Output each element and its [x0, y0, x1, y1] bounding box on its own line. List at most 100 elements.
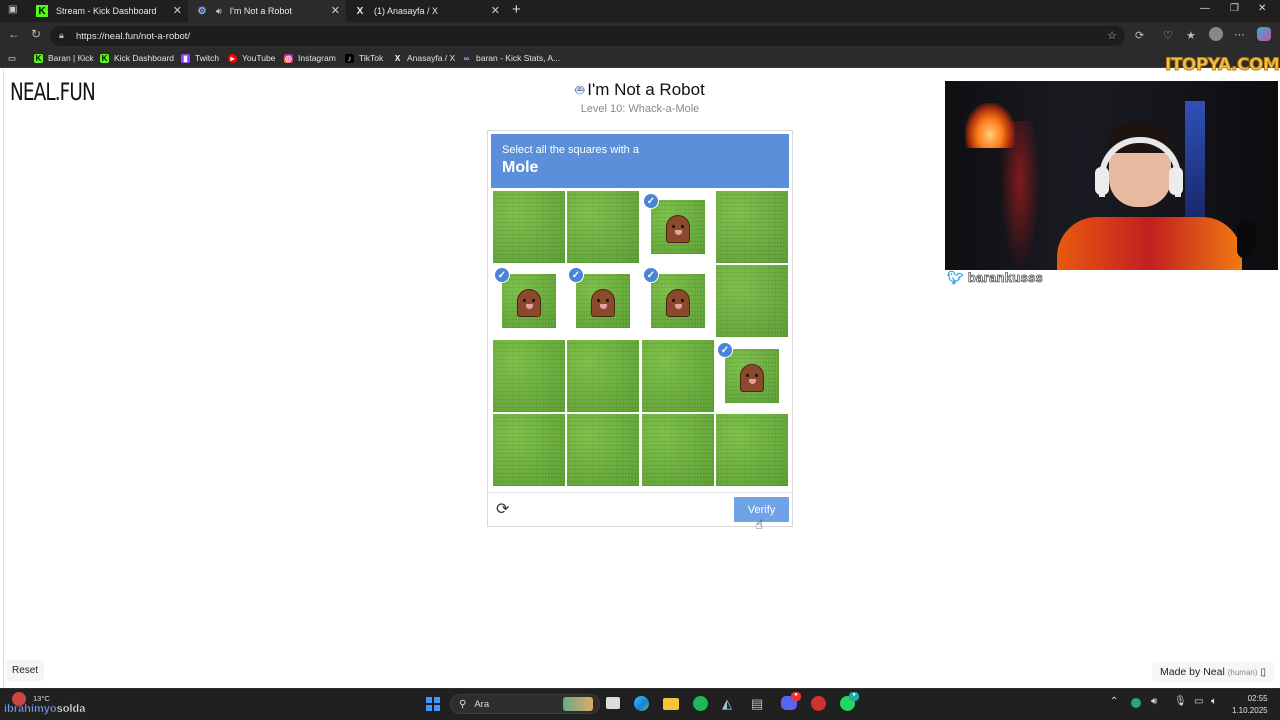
captcha-tile[interactable]: [493, 191, 565, 263]
taskbar-search[interactable]: ⚲ Ara: [450, 694, 600, 714]
captcha-tile[interactable]: [567, 414, 639, 486]
notification-badge: ●: [849, 692, 859, 701]
favorite-icon[interactable]: ☆: [1107, 29, 1117, 42]
profile-avatar[interactable]: [1209, 27, 1223, 41]
back-icon[interactable]: ←: [8, 27, 20, 41]
reset-button[interactable]: Reset: [6, 660, 45, 681]
bookmarks-menu-icon[interactable]: ▭: [8, 53, 16, 64]
streamer-name: ibrahimyo: [4, 703, 57, 716]
captcha-tile[interactable]: [642, 340, 714, 412]
app-icon[interactable]: ▤: [751, 696, 763, 712]
more-icon[interactable]: ⋯: [1234, 28, 1245, 41]
bookmark-instagram[interactable]: ◎ Instagram: [284, 53, 336, 63]
close-icon[interactable]: ✕: [491, 4, 500, 17]
app-icon[interactable]: [811, 696, 826, 711]
tab-not-a-robot[interactable]: ⚙ 🔊︎ I'm Not a Robot ✕: [188, 0, 346, 22]
handle-text: barankusss: [967, 270, 1044, 286]
microphone: [1237, 219, 1255, 259]
captcha-tile[interactable]: [493, 340, 565, 412]
instagram-icon: ◎: [284, 53, 293, 63]
grass-image: [651, 274, 705, 328]
edge-icon[interactable]: [634, 696, 649, 711]
grass-image: [651, 200, 705, 254]
volume-icon[interactable]: 🔊︎: [1151, 696, 1157, 707]
extensions-icon[interactable]: ⟳: [1135, 29, 1144, 42]
url-bar[interactable]: 🔒︎ https://neal.fun/not-a-robot/ ☆: [50, 26, 1125, 46]
bookmark-twitch[interactable]: ▮ Twitch: [181, 53, 219, 63]
tray-icon[interactable]: [1131, 698, 1141, 708]
grass-image: [567, 340, 639, 412]
browser-essentials-icon[interactable]: ♡: [1163, 29, 1173, 42]
bookmark-kick-stats[interactable]: ∞ baran - Kick Stats, A...: [462, 53, 560, 63]
mole-image: [517, 289, 541, 317]
headset-earcup: [1169, 167, 1183, 195]
mole-image: [666, 289, 690, 317]
captcha-tile[interactable]: [642, 414, 714, 486]
grass-image: [567, 191, 639, 263]
sponsor-logo: ITOPYA.COM: [1164, 55, 1280, 76]
task-view-icon[interactable]: [606, 697, 620, 709]
refresh-icon[interactable]: ↻: [31, 27, 41, 41]
weather-widget[interactable]: 13°C: [33, 694, 50, 703]
start-icon[interactable]: [426, 697, 440, 711]
bookmark-x[interactable]: X Anasayfa / X: [393, 53, 455, 63]
bookmark-youtube[interactable]: ▸ YouTube: [228, 53, 275, 63]
bookmark-label: Twitch: [195, 53, 220, 63]
site-logo[interactable]: NEAL.FUN: [10, 78, 96, 106]
bookmark-baran-kick[interactable]: K Baran | Kick: [34, 53, 94, 63]
microphone-icon[interactable]: 🎙︎: [1174, 696, 1187, 707]
new-tab-icon[interactable]: +: [512, 1, 521, 18]
captcha-tile[interactable]: [567, 191, 639, 263]
captcha-tile[interactable]: [567, 340, 639, 412]
spotify-icon[interactable]: [693, 696, 708, 711]
captcha-tile[interactable]: [716, 414, 788, 486]
url-text: https://neal.fun/not-a-robot/: [76, 30, 191, 42]
tiktok-icon: ♪: [345, 53, 354, 63]
close-icon[interactable]: ✕: [331, 4, 340, 17]
bookmark-tiktok[interactable]: ♪ TikTok: [345, 53, 383, 63]
window-close-icon[interactable]: ✕: [1258, 3, 1266, 14]
copilot-icon[interactable]: [1257, 27, 1271, 41]
system-clock[interactable]: 02:55 1.10.2025: [1232, 693, 1268, 717]
x-icon: X: [394, 53, 401, 63]
search-highlight-icon: [563, 697, 593, 711]
headset-earcup: [1095, 167, 1109, 195]
check-icon: ✓: [568, 267, 584, 283]
captcha-tile[interactable]: [716, 265, 788, 337]
made-by-text: Made by Neal: [1160, 666, 1225, 678]
mole-image: [591, 289, 615, 317]
grass-image: [716, 265, 788, 337]
network-icon[interactable]: ▭: [1194, 696, 1203, 707]
minimize-icon[interactable]: —: [1200, 3, 1210, 14]
refresh-icon[interactable]: ⟳: [496, 499, 509, 519]
bookmark-label: YouTube: [242, 53, 276, 63]
captcha-tile[interactable]: [716, 191, 788, 263]
hand-cursor-icon: ☝︎: [755, 517, 763, 532]
file-explorer-icon[interactable]: [663, 698, 679, 710]
app-icon[interactable]: ◭: [722, 696, 732, 712]
speaker-icon[interactable]: 🔊︎: [216, 6, 222, 17]
tab-x-home[interactable]: X (1) Anasayfa / X ✕: [346, 0, 506, 22]
show-hidden-icons[interactable]: ⌃: [1110, 696, 1118, 707]
jersey: [1057, 217, 1242, 270]
grass-image: [576, 274, 630, 328]
search-placeholder: Ara: [474, 698, 490, 710]
page-title: 🤖︎ I'm Not a Robot: [540, 80, 740, 101]
page-title-text: I'm Not a Robot: [587, 80, 705, 99]
bookmark-kick-dashboard[interactable]: K Kick Dashboard: [100, 53, 174, 63]
close-icon[interactable]: ✕: [173, 4, 182, 17]
favorites-icon[interactable]: ★: [1186, 29, 1196, 42]
speaker-icon[interactable]: 🔈︎: [1211, 696, 1217, 707]
tab-actions-icon[interactable]: ▣: [8, 4, 17, 15]
tab-kick-dashboard[interactable]: K Stream - Kick Dashboard ✕: [28, 0, 188, 22]
restore-icon[interactable]: ❐: [1230, 3, 1239, 14]
webcam-feed: [945, 81, 1278, 270]
lock-icon[interactable]: 🔒︎: [59, 30, 64, 41]
tab-label: (1) Anasayfa / X: [374, 6, 439, 16]
captcha-tile[interactable]: [493, 414, 565, 486]
mole-image: [740, 364, 764, 392]
stats-icon: ∞: [463, 53, 470, 63]
made-by-link[interactable]: Made by Neal (human) ▯: [1152, 662, 1274, 682]
grass-image: [493, 340, 565, 412]
bookmark-label: Kick Dashboard: [114, 53, 175, 63]
